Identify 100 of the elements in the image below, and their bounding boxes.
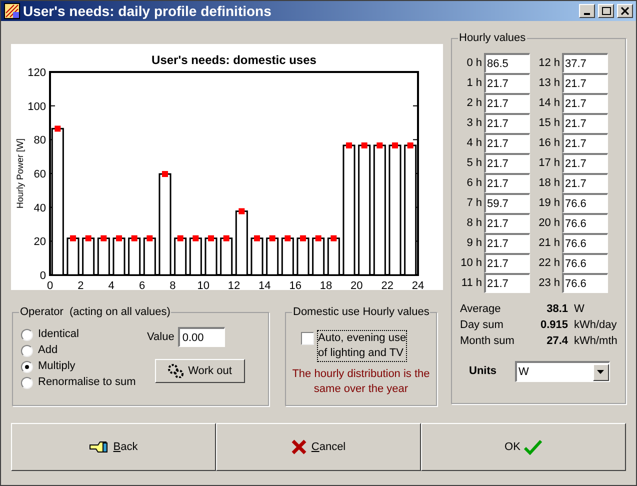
work-out-button[interactable]: Work out	[155, 359, 245, 383]
tick-label: 24	[412, 280, 424, 290]
hour-value-field[interactable]: 76.6	[562, 253, 608, 273]
hour-value-field[interactable]: 21.7	[562, 73, 608, 93]
hour-value-field[interactable]: 21.7	[562, 153, 608, 173]
tick-label: 60	[34, 168, 46, 180]
hour-value-field[interactable]: 21.7	[484, 93, 530, 113]
hour-label: 8 h	[466, 216, 483, 231]
tick-label: 12	[228, 280, 240, 290]
hour-value-field[interactable]: 76.6	[562, 213, 608, 233]
hour-value-field[interactable]: 21.7	[562, 173, 608, 193]
window-title: User's needs: daily profile definitions	[23, 2, 272, 21]
hour-label: 1 h	[466, 76, 483, 91]
minimize-button[interactable]	[579, 4, 595, 18]
pointing-hand-icon	[89, 440, 110, 454]
hour-value-field[interactable]: 21.7	[562, 113, 608, 133]
stat-unit: kWh/day	[573, 318, 617, 333]
hour-label: 3 h	[466, 116, 483, 131]
marker	[315, 235, 322, 242]
hour-value-field[interactable]: 86.5	[484, 53, 530, 73]
radio-button[interactable]	[21, 360, 33, 372]
marker	[254, 235, 260, 242]
hour-value-field[interactable]: 37.7	[562, 53, 608, 73]
hour-value-field[interactable]: 21.7	[484, 133, 530, 153]
checkbox-label: Auto, evening use of lighting and TV	[318, 331, 406, 361]
stat-label: Day sum	[460, 318, 504, 333]
marker	[346, 142, 352, 148]
hour-value-field[interactable]: 21.7	[484, 73, 530, 93]
group-title: Domestic use Hourly values	[292, 305, 430, 319]
hour-label: 0 h	[466, 56, 483, 71]
radio-label: Add	[38, 343, 58, 358]
radio-label: Renormalise to sum	[38, 375, 136, 390]
tick-label: 20	[350, 280, 363, 290]
hour-label: 5 h	[466, 156, 483, 171]
hour-label: 11 h	[460, 276, 483, 291]
tick-label: 0	[46, 280, 54, 290]
stat-value: 38.1	[546, 302, 568, 317]
hour-value-field[interactable]: 21.7	[484, 253, 530, 273]
hour-label: 10 h	[460, 256, 483, 271]
stat-value: 0.915	[539, 318, 568, 333]
dropdown-arrow-icon	[597, 370, 604, 374]
hour-label: 17 h	[538, 156, 561, 171]
marker	[208, 235, 214, 242]
hour-value-field[interactable]: 21.7	[484, 273, 530, 293]
units-dropdown[interactable]: W	[514, 361, 610, 382]
stat-label: Month sum	[460, 334, 516, 349]
hour-label: 15 h	[538, 116, 561, 131]
tick-label: 6	[138, 280, 146, 290]
hour-value-field[interactable]: 21.7	[562, 133, 608, 153]
close-button[interactable]	[617, 4, 633, 18]
checkbox[interactable]	[301, 332, 314, 345]
radio-label: Multiply	[38, 359, 76, 374]
radio-button[interactable]	[21, 328, 33, 340]
marker	[376, 142, 383, 148]
hour-label: 20 h	[538, 216, 561, 231]
minimize-icon	[584, 13, 590, 15]
marker	[330, 235, 337, 242]
cancel-button[interactable]: Cancel	[216, 423, 421, 471]
tick-label: 16	[289, 280, 302, 290]
tick-label: 4	[108, 280, 114, 290]
marker	[223, 235, 230, 242]
cross-icon	[291, 439, 308, 455]
group-title: Hourly values	[458, 31, 527, 45]
close-icon	[621, 7, 629, 15]
marker	[192, 235, 199, 242]
radio-button[interactable]	[21, 376, 33, 388]
hour-value-field[interactable]: 59.7	[484, 193, 530, 213]
radio-button[interactable]	[21, 344, 33, 356]
marker	[162, 171, 168, 177]
hour-label: 4 h	[466, 136, 483, 151]
hour-value-field[interactable]: 21.7	[484, 213, 530, 233]
axis-label: Hourly Power [W]	[15, 138, 25, 208]
hour-value-field[interactable]: 21.7	[484, 233, 530, 253]
group-title: Operator (acting on all values)	[19, 305, 172, 319]
back-button[interactable]: Back	[11, 423, 216, 471]
hour-value-field[interactable]: 76.6	[562, 273, 608, 293]
hour-value-field[interactable]: 76.6	[562, 193, 608, 213]
value-field[interactable]: 0.00	[178, 327, 226, 347]
hour-label: 16 h	[538, 136, 561, 151]
marker	[146, 235, 153, 242]
checkmark-icon	[524, 439, 542, 455]
hour-value-field[interactable]: 21.7	[484, 173, 530, 193]
hour-value-field[interactable]: 76.6	[562, 233, 608, 253]
hour-label: 12 h	[538, 56, 561, 71]
maximize-button[interactable]	[598, 4, 614, 18]
tick-label: 22	[381, 280, 394, 290]
hour-value-field[interactable]: 21.7	[484, 153, 530, 173]
hour-value-field[interactable]: 21.7	[562, 93, 608, 113]
stat-value: 27.4	[546, 334, 568, 349]
tick-label: 2	[78, 280, 84, 290]
marker	[70, 235, 76, 242]
marker	[300, 235, 306, 242]
value-label: Value	[147, 330, 174, 345]
maximize-icon	[602, 7, 610, 15]
ok-button[interactable]: OK	[421, 423, 626, 471]
hour-label: 21 h	[538, 236, 561, 251]
hour-label: 9 h	[466, 236, 483, 251]
marker	[407, 142, 414, 148]
hour-value-field[interactable]: 21.7	[484, 113, 530, 133]
hour-label: 2 h	[466, 96, 483, 111]
